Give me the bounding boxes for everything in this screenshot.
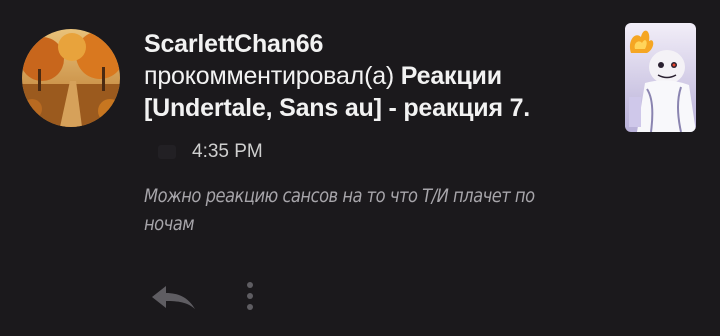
user-avatar[interactable]: [22, 29, 120, 127]
username[interactable]: ScarlettChan66: [144, 28, 594, 60]
more-vertical-icon[interactable]: [240, 280, 260, 316]
clock-icon: [158, 145, 176, 159]
action-text: прокомментировал(а): [144, 62, 401, 90]
timestamp: 4:35 PM: [192, 141, 263, 162]
thumbnail-image: [625, 23, 696, 132]
reply-icon[interactable]: [150, 282, 198, 312]
notification-text: ScarlettChan66 прокомментировал(а) Реакц…: [144, 28, 594, 124]
avatar-image: [22, 29, 120, 127]
timestamp-row: 4:35 PM: [156, 140, 263, 164]
story-cover-thumbnail[interactable]: [625, 23, 696, 132]
comment-text: Можно реакцию сансов на то что Т/И плаче…: [144, 185, 535, 235]
